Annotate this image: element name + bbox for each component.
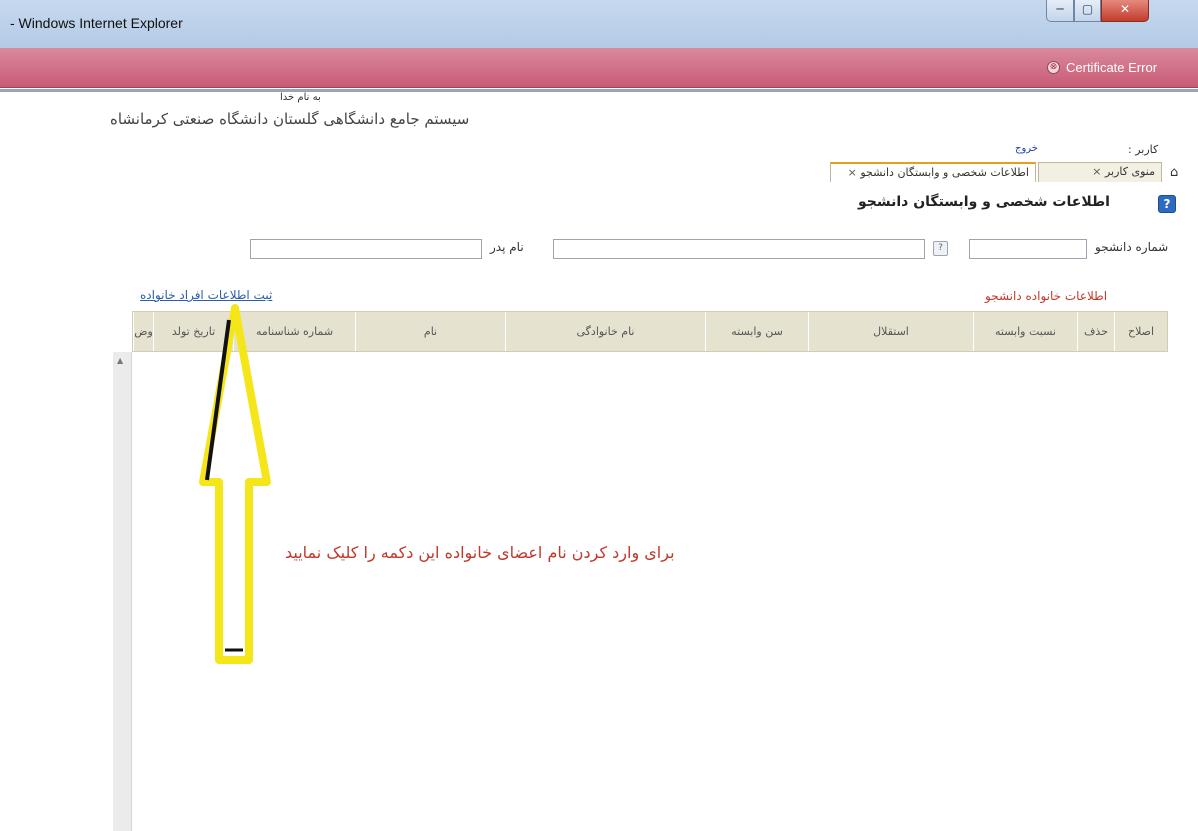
student-name-field[interactable]	[553, 239, 925, 259]
father-name-field[interactable]	[250, 239, 482, 259]
column-header-relation[interactable]: نسبت وابسته	[973, 312, 1077, 351]
column-header-age[interactable]: سن وابسته	[705, 312, 808, 351]
user-label: کاربر :	[1128, 143, 1159, 156]
tab-close-icon[interactable]: ×	[848, 166, 857, 179]
tab-label: اطلاعات شخصی و وابستگان دانشجو	[860, 166, 1029, 179]
column-header-family-name[interactable]: نام خانوادگی	[505, 312, 705, 351]
scroll-up-icon[interactable]: ▲	[117, 356, 123, 365]
student-number-label: شماره دانشجو	[1095, 240, 1169, 254]
column-header-edit[interactable]: اصلاح	[1114, 312, 1167, 351]
annotation-text: برای وارد کردن نام اعضای خانواده این دکم…	[285, 543, 675, 562]
tab-student-info[interactable]: اطلاعات شخصی و وابستگان دانشجو ×	[830, 162, 1036, 182]
column-header-status[interactable]: وض	[133, 312, 153, 351]
title-bar: - Windows Internet Explorer ─ ▢ ✕	[0, 0, 1198, 48]
column-header-independence[interactable]: استقلال	[808, 312, 973, 351]
screen: - Windows Internet Explorer ─ ▢ ✕ ⊗ Cert…	[0, 0, 1198, 831]
maximize-button[interactable]: ▢	[1074, 0, 1101, 22]
vertical-scrollbar[interactable]	[113, 352, 132, 831]
family-section-label: اطلاعات خانواده دانشجو	[985, 289, 1108, 303]
father-name-label: نام پدر	[490, 240, 524, 254]
annotation-arrow-shape	[199, 304, 271, 664]
annotation-arrow	[199, 304, 271, 664]
certificate-error-icon[interactable]: ⊗	[1047, 61, 1060, 74]
bismillah-text: به نام خدا	[280, 92, 321, 103]
tab-close-icon[interactable]: ×	[1092, 165, 1101, 178]
student-number-field[interactable]	[969, 239, 1087, 259]
close-button[interactable]: ✕	[1101, 0, 1149, 22]
help-icon[interactable]: ?	[1158, 195, 1176, 213]
column-header-delete[interactable]: حذف	[1077, 312, 1114, 351]
minimize-icon: ─	[1056, 2, 1064, 16]
column-header-name[interactable]: نام	[355, 312, 505, 351]
family-table-header: اصلاح حذف نسبت وابسته استقلال سن وابسته …	[132, 311, 1168, 352]
certificate-bar: ⊗ Certificate Error	[0, 48, 1198, 88]
window-title: - Windows Internet Explorer	[10, 15, 183, 31]
home-icon[interactable]: ⌂	[1170, 165, 1178, 180]
close-icon: ✕	[1119, 2, 1131, 16]
tab-user-menu[interactable]: منوی کاربر ×	[1038, 162, 1162, 182]
maximize-icon: ▢	[1081, 2, 1094, 16]
annotation-arrow-shadow	[205, 319, 231, 481]
tab-label: منوی کاربر	[1104, 165, 1155, 178]
logout-link[interactable]: خروج	[1015, 143, 1038, 154]
lookup-help-icon[interactable]: ?	[933, 241, 948, 256]
page-title: اطلاعات شخصی و وابستگان دانشجو	[858, 194, 1110, 210]
system-title: سیستم جامع دانشگاهی گلستان دانشگاه صنعتی…	[110, 110, 470, 128]
minimize-button[interactable]: ─	[1046, 0, 1074, 22]
certificate-error-button[interactable]: Certificate Error	[1066, 60, 1157, 75]
